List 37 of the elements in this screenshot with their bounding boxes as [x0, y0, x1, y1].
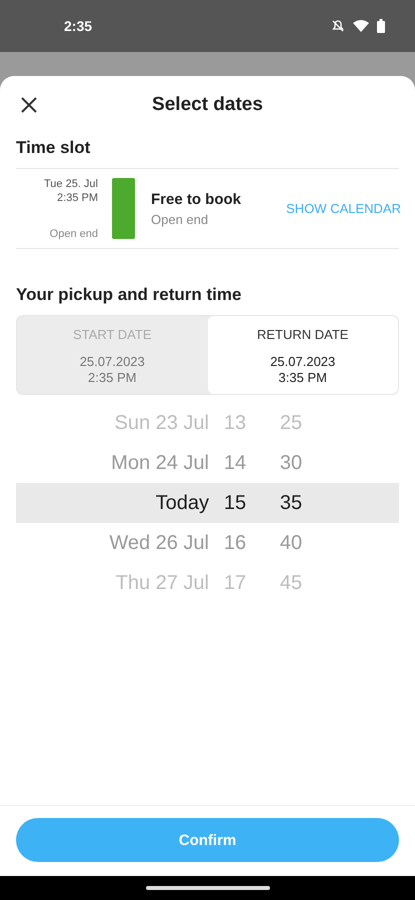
slot-detail: Open end — [151, 212, 210, 226]
picker-row[interactable]: Today 15 35 — [16, 483, 399, 523]
battery-icon — [377, 19, 385, 33]
date-tab[interactable]: RETURN DATE 25.07.2023 3:35 PM — [208, 316, 398, 394]
picker-day: Sun 23 Jul — [16, 412, 209, 434]
picker-minute: 35 — [278, 492, 304, 514]
picker-day: Thu 27 Jul — [16, 572, 209, 594]
sheet-title: Select dates — [152, 94, 263, 116]
picker-minute: 40 — [278, 532, 304, 554]
picker-hour: 14 — [222, 452, 248, 474]
picker-hour: 15 — [222, 492, 248, 514]
picker-row[interactable]: Mon 24 Jul 14 30 — [16, 443, 399, 483]
close-icon — [19, 95, 39, 115]
confirm-button[interactable]: Confirm — [16, 818, 399, 862]
picker-hour: 17 — [222, 572, 248, 594]
show-calendar-link[interactable]: SHOW CALENDAR — [286, 201, 401, 216]
picker-row[interactable]: Thu 27 Jul 17 45 — [16, 563, 399, 603]
picker-day: Today — [16, 492, 209, 514]
section-heading: Time slot — [16, 137, 92, 159]
picker-row[interactable]: Wed 26 Jul 16 40 — [16, 523, 399, 563]
bell-off-icon — [331, 19, 345, 33]
picker-minute: 45 — [278, 572, 304, 594]
picker-day: Mon 24 Jul — [16, 452, 209, 474]
wifi-icon — [353, 20, 369, 32]
slot-time: 2:35 PM — [57, 190, 98, 204]
picker-minute: 30 — [278, 452, 304, 474]
picker-hour: 13 — [222, 412, 248, 434]
picker-row[interactable]: Sun 23 Jul 13 25 — [16, 403, 399, 443]
slot-end: Open end — [50, 226, 98, 240]
section-heading: Your pickup and return time — [16, 284, 242, 306]
picker-minute: 25 — [278, 412, 304, 434]
picker-day: Wed 26 Jul — [16, 532, 209, 554]
slot-status: Free to book — [151, 190, 242, 208]
status-time: 2:35 — [64, 18, 92, 34]
slot-date: Tue 25. Jul — [44, 176, 98, 190]
picker-hour: 16 — [222, 532, 248, 554]
home-handle[interactable] — [146, 886, 270, 890]
